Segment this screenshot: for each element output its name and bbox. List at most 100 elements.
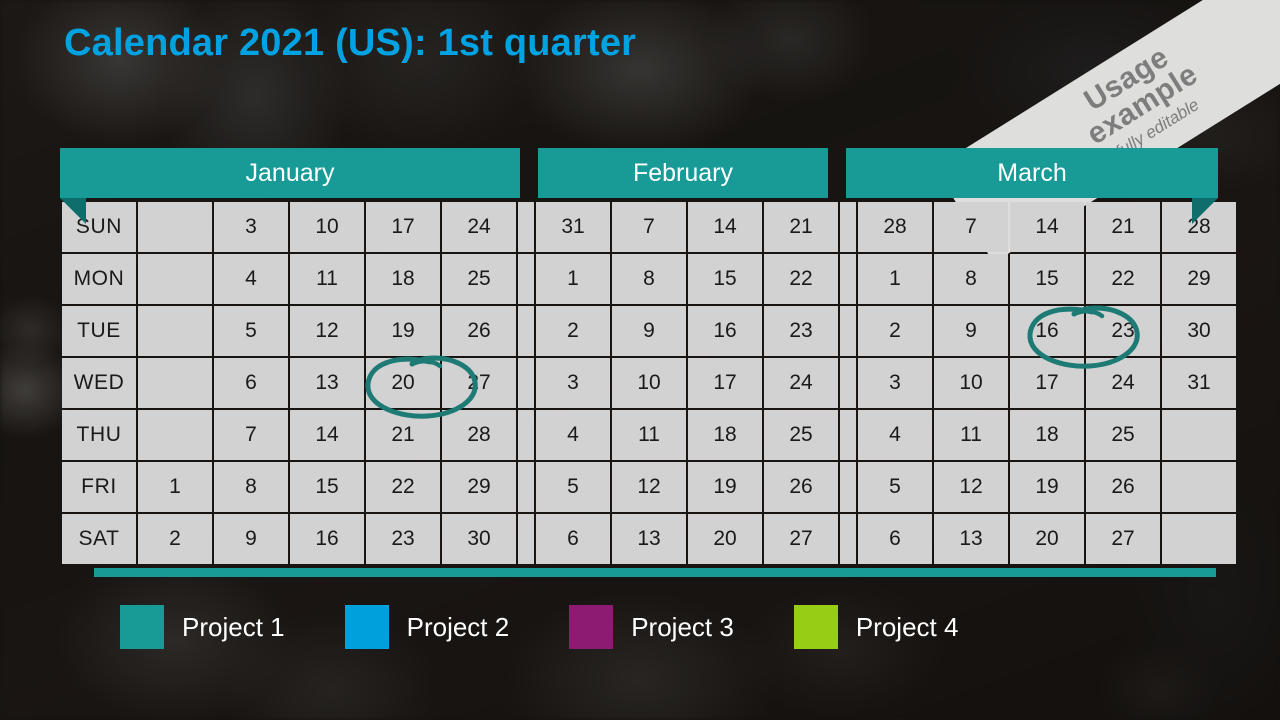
day-cell[interactable]: 14 <box>1010 202 1084 252</box>
day-cell[interactable]: 24 <box>442 202 516 252</box>
day-cell[interactable]: 2 <box>858 306 932 356</box>
day-cell[interactable]: 27 <box>442 358 516 408</box>
day-cell[interactable]: 22 <box>1086 254 1160 304</box>
day-cell[interactable]: 6 <box>214 358 288 408</box>
day-cell[interactable]: 7 <box>612 202 686 252</box>
day-cell[interactable]: 17 <box>366 202 440 252</box>
day-cell[interactable]: 17 <box>1010 358 1084 408</box>
legend-item-1[interactable]: Project 1 <box>120 605 345 649</box>
day-cell[interactable]: 19 <box>1010 462 1084 512</box>
day-cell[interactable]: 9 <box>214 514 288 564</box>
day-cell[interactable]: 1 <box>138 462 212 512</box>
day-cell[interactable]: 3 <box>214 202 288 252</box>
day-cell[interactable]: 23 <box>764 306 838 356</box>
day-cell[interactable]: 29 <box>1162 254 1236 304</box>
day-cell[interactable]: 31 <box>536 202 610 252</box>
legend-item-2[interactable]: Project 2 <box>344 605 570 649</box>
day-cell[interactable]: 18 <box>688 410 762 460</box>
day-cell[interactable]: 2 <box>138 514 212 564</box>
day-cell[interactable]: 13 <box>612 514 686 564</box>
day-cell[interactable]: 11 <box>290 254 364 304</box>
legend-swatch-1 <box>120 605 164 649</box>
day-cell[interactable]: 16 <box>688 306 762 356</box>
day-cell-empty <box>1162 410 1236 460</box>
day-cell[interactable]: 6 <box>858 514 932 564</box>
day-cell[interactable]: 20 <box>1010 514 1084 564</box>
legend-item-3[interactable]: Project 3 <box>569 605 794 649</box>
day-cell[interactable]: 8 <box>934 254 1008 304</box>
day-cell[interactable]: 25 <box>1086 410 1160 460</box>
day-cell[interactable]: 22 <box>366 462 440 512</box>
day-cell[interactable]: 21 <box>764 202 838 252</box>
day-cell[interactable]: 19 <box>688 462 762 512</box>
day-cell[interactable]: 28 <box>442 410 516 460</box>
day-cell[interactable]: 11 <box>934 410 1008 460</box>
day-cell[interactable]: 27 <box>1086 514 1160 564</box>
day-cell[interactable]: 26 <box>1086 462 1160 512</box>
day-cell[interactable]: 27 <box>764 514 838 564</box>
day-cell[interactable]: 18 <box>1010 410 1084 460</box>
day-cell[interactable]: 30 <box>1162 306 1236 356</box>
day-cell[interactable]: 9 <box>612 306 686 356</box>
day-cell[interactable]: 26 <box>764 462 838 512</box>
day-cell[interactable]: 8 <box>612 254 686 304</box>
day-cell[interactable]: 18 <box>366 254 440 304</box>
day-cell[interactable]: 6 <box>536 514 610 564</box>
day-cell[interactable]: 4 <box>536 410 610 460</box>
day-cell[interactable]: 3 <box>858 358 932 408</box>
day-cell[interactable]: 3 <box>536 358 610 408</box>
page-title: Calendar 2021 (US): 1st quarter <box>64 22 637 64</box>
day-cell[interactable]: 26 <box>442 306 516 356</box>
day-cell[interactable]: 12 <box>290 306 364 356</box>
day-cell[interactable]: 24 <box>1086 358 1160 408</box>
day-cell[interactable]: 1 <box>858 254 932 304</box>
day-cell[interactable]: 13 <box>934 514 1008 564</box>
day-cell[interactable]: 21 <box>1086 202 1160 252</box>
day-cell[interactable]: 2 <box>536 306 610 356</box>
day-cell[interactable]: 5 <box>536 462 610 512</box>
day-cell[interactable]: 29 <box>442 462 516 512</box>
day-cell[interactable]: 13 <box>290 358 364 408</box>
day-cell[interactable]: 4 <box>858 410 932 460</box>
day-cell[interactable]: 17 <box>688 358 762 408</box>
day-cell[interactable]: 1 <box>536 254 610 304</box>
day-cell[interactable]: 14 <box>290 410 364 460</box>
day-cell[interactable]: 5 <box>214 306 288 356</box>
day-cell[interactable]: 22 <box>764 254 838 304</box>
day-cell[interactable]: 15 <box>290 462 364 512</box>
day-cell[interactable]: 11 <box>612 410 686 460</box>
month-header-january[interactable]: January <box>60 148 520 224</box>
day-cell[interactable]: 4 <box>214 254 288 304</box>
month-gap-cell <box>518 358 534 408</box>
day-cell[interactable]: 5 <box>858 462 932 512</box>
month-header-march[interactable]: March <box>846 148 1218 224</box>
day-cell[interactable]: 20 <box>688 514 762 564</box>
day-cell[interactable]: 14 <box>688 202 762 252</box>
day-cell[interactable]: 12 <box>934 462 1008 512</box>
day-cell[interactable]: 15 <box>1010 254 1084 304</box>
day-cell[interactable]: 25 <box>442 254 516 304</box>
day-cell[interactable]: 10 <box>934 358 1008 408</box>
day-cell[interactable]: 16 <box>290 514 364 564</box>
day-cell[interactable]: 23 <box>1086 306 1160 356</box>
day-cell[interactable]: 24 <box>764 358 838 408</box>
day-cell[interactable]: 19 <box>366 306 440 356</box>
day-cell[interactable]: 25 <box>764 410 838 460</box>
day-cell[interactable]: 15 <box>688 254 762 304</box>
day-cell[interactable]: 8 <box>214 462 288 512</box>
day-cell[interactable]: 9 <box>934 306 1008 356</box>
day-cell[interactable]: 16 <box>1010 306 1084 356</box>
day-cell[interactable]: 12 <box>612 462 686 512</box>
day-cell[interactable]: 21 <box>366 410 440 460</box>
day-cell[interactable]: 23 <box>366 514 440 564</box>
day-cell[interactable]: 10 <box>290 202 364 252</box>
legend-item-4[interactable]: Project 4 <box>793 605 1019 649</box>
day-cell[interactable]: 31 <box>1162 358 1236 408</box>
day-cell[interactable]: 28 <box>858 202 932 252</box>
day-cell[interactable]: 10 <box>612 358 686 408</box>
day-cell[interactable]: 20 <box>366 358 440 408</box>
day-cell[interactable]: 7 <box>934 202 1008 252</box>
day-cell[interactable]: 30 <box>442 514 516 564</box>
day-cell[interactable]: 7 <box>214 410 288 460</box>
month-header-february[interactable]: February <box>538 148 828 198</box>
